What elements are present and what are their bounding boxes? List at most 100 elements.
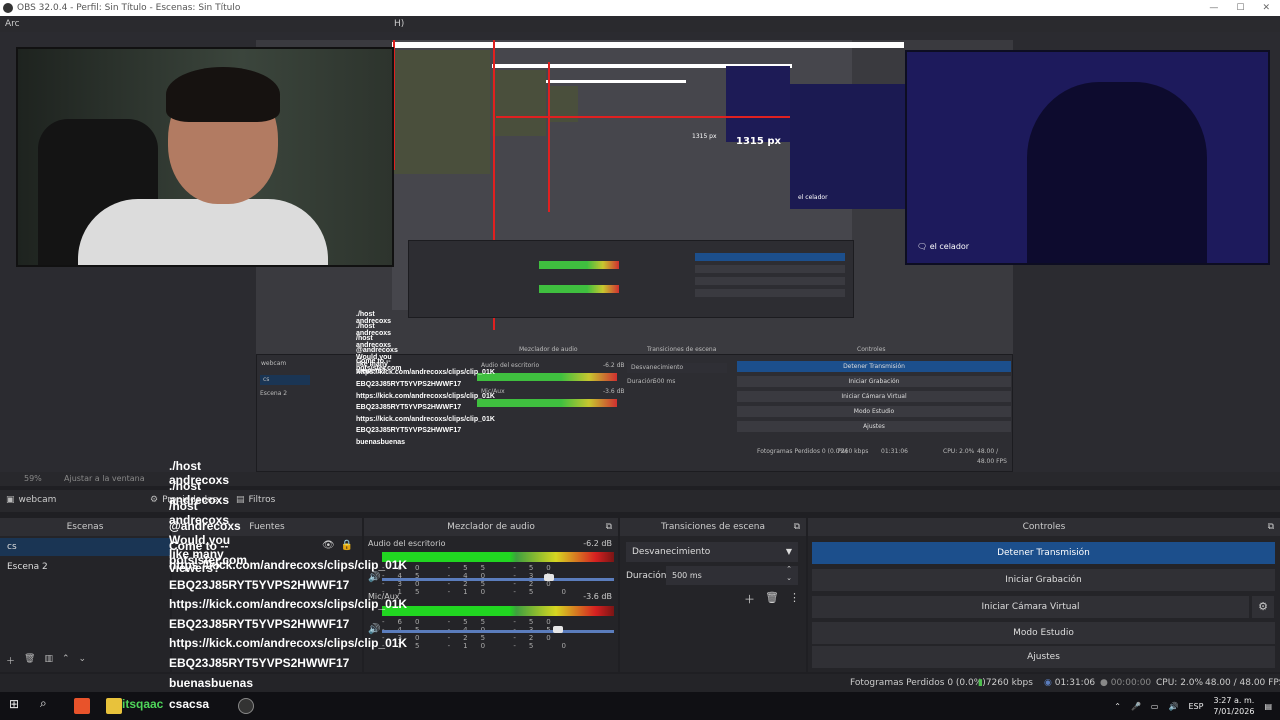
chat-message: https://kick.com/andrecoxs/clips/clip_01… bbox=[169, 558, 408, 572]
nested-control: Iniciar Grabación bbox=[737, 376, 1011, 387]
duration-input[interactable]: 500 ms ⌃ ⌄ bbox=[666, 565, 798, 585]
trash-icon[interactable]: 🗑 bbox=[765, 591, 779, 607]
transitions-dock-header: Transiciones de escena ⧉ bbox=[620, 518, 806, 536]
dock-float-icon[interactable]: ⧉ bbox=[794, 518, 800, 536]
file-explorer-icon[interactable] bbox=[106, 698, 122, 717]
start-recording-button[interactable]: Iniciar Grabación bbox=[812, 569, 1275, 591]
bitrate: ▮ 7260 kbps bbox=[978, 678, 1033, 688]
nested-chat-message: https://kick.com/andrecoxs/clips/clip_01… bbox=[356, 369, 495, 376]
nested-button bbox=[695, 289, 845, 297]
add-icon[interactable]: ＋ bbox=[6, 654, 15, 667]
chevron-up-icon[interactable]: ⌃ bbox=[62, 654, 70, 667]
minimize-icon[interactable]: — bbox=[1209, 3, 1218, 13]
volume-icon[interactable]: 🔊 bbox=[368, 624, 380, 635]
nested-webcam bbox=[394, 50, 490, 174]
dock-float-icon[interactable]: ⧉ bbox=[606, 518, 612, 536]
dropped-frames: Fotogramas Perdidos 0 (0.0%) bbox=[850, 678, 986, 688]
desktop-volume-slider[interactable] bbox=[382, 578, 614, 581]
chat-message: EBQ23J85RYT5YVPS2HWWF17 bbox=[169, 617, 350, 631]
close-icon[interactable]: ✕ bbox=[1262, 3, 1270, 13]
dark-camera-source[interactable]: 🗨 el celador bbox=[905, 50, 1270, 265]
filters-label: Filtros bbox=[248, 495, 276, 505]
volume-icon[interactable]: 🔊 bbox=[368, 572, 380, 583]
selected-source[interactable]: ▣ webcam bbox=[6, 495, 56, 505]
menu-item-help[interactable]: H) bbox=[394, 16, 404, 32]
chevron-down-icon[interactable]: ⌄ bbox=[79, 654, 87, 667]
add-icon[interactable]: ＋ bbox=[744, 591, 755, 607]
eye-icon[interactable]: 👁 bbox=[322, 540, 335, 551]
desktop-volume-knob[interactable] bbox=[544, 574, 555, 581]
chevron-up-icon[interactable]: ⌃ bbox=[1114, 702, 1121, 711]
stop-streaming-button[interactable]: Detener Transmisión bbox=[812, 542, 1275, 564]
clock-time: 3:27 a. m. bbox=[1213, 696, 1255, 705]
fps: 48.00 / 48.00 FPS bbox=[1205, 678, 1280, 688]
nested-control: Detener Transmisión bbox=[737, 361, 1011, 372]
zoom-level[interactable]: 59% bbox=[24, 474, 42, 483]
chat-message: EBQ23J85RYT5YVPS2HWWF17 bbox=[169, 656, 350, 670]
filters-button[interactable]: ▤ Filtros bbox=[236, 495, 275, 505]
preview-area[interactable]: webcam cs Escena 2 Mezclador de audio Tr… bbox=[0, 32, 1280, 472]
nested-meter bbox=[477, 373, 617, 381]
scene-item-cs[interactable]: cs bbox=[0, 538, 170, 556]
nested-webcam bbox=[492, 70, 546, 136]
nested-transitions-header: Transiciones de escena bbox=[647, 346, 717, 353]
stepper-icon[interactable]: ⌃ ⌄ bbox=[786, 565, 792, 583]
scene-item-escena-2[interactable]: Escena 2 bbox=[0, 558, 170, 576]
trash-icon[interactable]: 🗑 bbox=[24, 654, 35, 667]
rec-time: ● 00:00:00 bbox=[1100, 678, 1151, 688]
distance-label-small: 1315 px bbox=[692, 133, 717, 140]
person-hair bbox=[166, 67, 280, 122]
nested-chat-message: EBQ23J85RYT5YVPS2HWWF17 bbox=[356, 381, 462, 388]
dark-camera-small[interactable]: el celador bbox=[790, 84, 905, 209]
selected-source-name: webcam bbox=[18, 495, 57, 505]
nested-mixer-header: Mezclador de audio bbox=[519, 346, 578, 353]
lock-icon[interactable]: 🔒 bbox=[341, 540, 353, 551]
network-icon[interactable]: ▭ bbox=[1151, 702, 1159, 711]
start-virtual-camera-button[interactable]: Iniciar Cámara Virtual bbox=[812, 596, 1249, 618]
dock-float-icon[interactable]: ⧉ bbox=[1268, 518, 1274, 536]
mixer-dock-header: Mezclador de audio ⧉ bbox=[364, 518, 618, 536]
dark-camera-label: 🗨 el celador bbox=[917, 242, 970, 251]
maximize-icon[interactable]: ☐ bbox=[1236, 3, 1244, 13]
nested-chat-message: EBQ23J85RYT5YVPS2HWWF17 bbox=[356, 427, 462, 434]
studio-mode-button[interactable]: Modo Estudio bbox=[812, 622, 1275, 644]
menu-item-archivo[interactable]: Arc bbox=[5, 19, 20, 29]
nested-track-db: -6.2 dB bbox=[603, 362, 625, 369]
webcam-source[interactable] bbox=[16, 47, 394, 267]
nested-status-dropped: Fotogramas Perdidos 0 (0.0%) bbox=[757, 448, 848, 455]
nested-scene: cs bbox=[260, 375, 310, 385]
meter-scale: -60 -55 -50 -45 -40 -35 -30 -25 -20 -15 … bbox=[382, 618, 579, 650]
volume-icon[interactable]: 🔊 bbox=[1168, 702, 1178, 711]
nested-chat-message: https://kick.com/andrecoxs/clips/clip_01… bbox=[356, 393, 495, 400]
nested-button bbox=[695, 253, 845, 261]
nested-obs-dock bbox=[408, 240, 854, 318]
mic-volume-slider[interactable] bbox=[382, 630, 614, 633]
filter-icon[interactable]: ▥ bbox=[44, 654, 53, 667]
system-tray: ⌃ 🎤 ▭ 🔊 ESP 3:27 a. m. 7/01/2026 ▤ bbox=[1114, 695, 1272, 717]
brave-icon[interactable] bbox=[74, 698, 90, 717]
nested-meter bbox=[539, 285, 619, 293]
obs-taskbar-icon[interactable] bbox=[238, 698, 254, 717]
mic-volume-knob[interactable] bbox=[553, 626, 564, 633]
nested-controls-header: Controles bbox=[857, 346, 886, 353]
dark-figure bbox=[1027, 82, 1207, 263]
chevron-down-icon: ▼ bbox=[785, 547, 792, 556]
search-icon[interactable]: ⌕ bbox=[40, 696, 47, 711]
more-icon[interactable]: ⋮ bbox=[789, 591, 800, 607]
notification-icon[interactable]: ▤ bbox=[1264, 702, 1272, 711]
transition-select[interactable]: Desvanecimiento ▼ bbox=[626, 542, 798, 562]
fit-to-window[interactable]: Ajustar a la ventana bbox=[64, 474, 145, 483]
menu-bar: Arc H) bbox=[0, 16, 1280, 32]
language-indicator[interactable]: ESP bbox=[1188, 702, 1203, 711]
mic-icon[interactable]: 🎤 bbox=[1131, 702, 1141, 711]
clock[interactable]: 3:27 a. m. 7/01/2026 bbox=[1213, 695, 1254, 717]
windows-start-icon[interactable]: ⊞ bbox=[9, 697, 19, 711]
nested-control: Iniciar Cámara Virtual bbox=[737, 391, 1011, 402]
nested-transition-select: Desvanecimiento bbox=[627, 363, 727, 373]
nested-stripe bbox=[392, 42, 904, 48]
duration-value: 500 ms bbox=[672, 571, 702, 580]
virtual-camera-settings-icon[interactable]: ⚙ bbox=[1252, 596, 1274, 618]
nested-meter bbox=[539, 261, 619, 269]
record-icon: ● bbox=[1100, 678, 1108, 688]
settings-button[interactable]: Ajustes bbox=[812, 646, 1275, 668]
